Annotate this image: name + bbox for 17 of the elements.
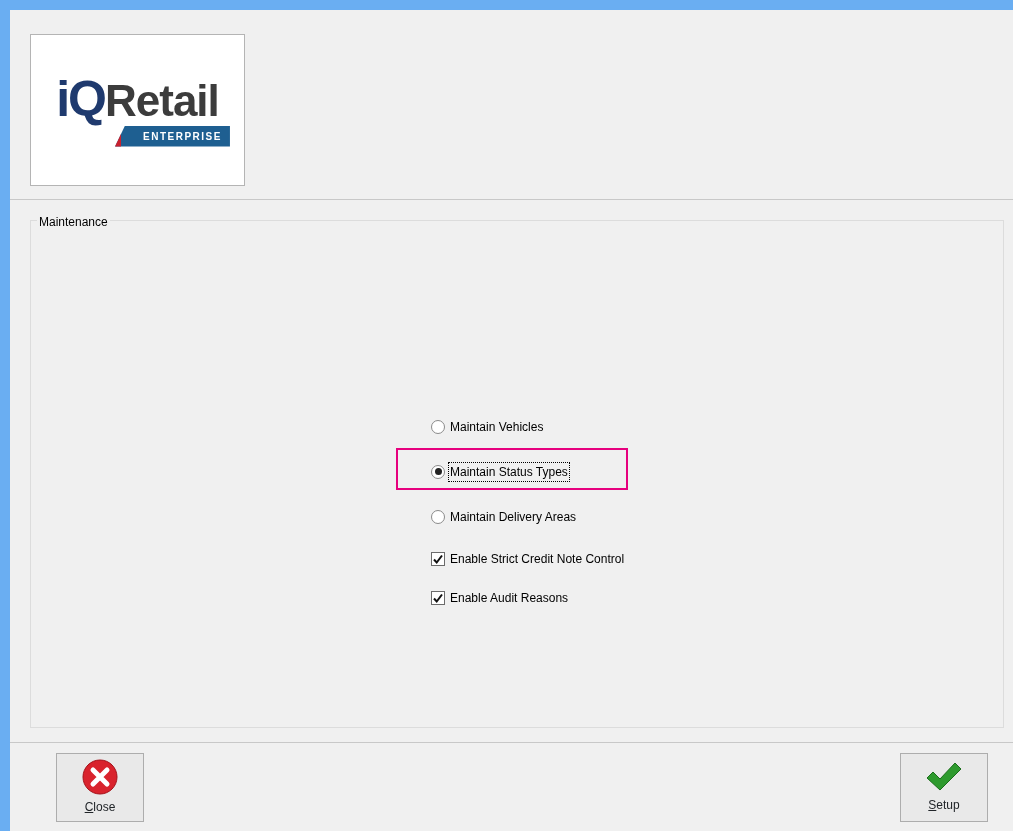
option-label[interactable]: Maintain Delivery Areas [448,506,579,527]
close-button[interactable]: Close [56,753,144,822]
checkbox[interactable] [431,590,445,605]
option-label[interactable]: Maintain Vehicles [448,416,546,437]
radio-button[interactable] [431,464,445,479]
logo-badge: ENTERPRISE [115,125,230,147]
radio-button[interactable] [431,419,445,434]
logo-text: Retail [105,78,219,123]
option-label[interactable]: Enable Strict Credit Note Control [448,548,627,569]
checkbox[interactable] [431,551,445,566]
option-label[interactable]: Maintain Status Types [448,461,570,482]
option-label[interactable]: Enable Audit Reasons [448,587,571,608]
logo-text: iQ [56,73,105,124]
setup-button[interactable]: Setup [900,753,988,822]
close-icon [82,759,118,795]
radio-button[interactable] [431,509,445,524]
check-icon [925,761,963,793]
